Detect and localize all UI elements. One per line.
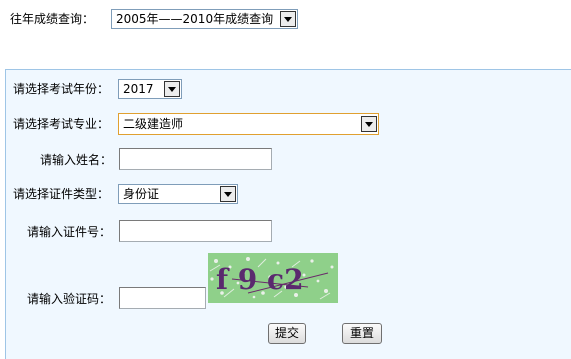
id-type-label: 请选择证件类型：	[13, 187, 110, 201]
captcha-text: f 9 c2	[216, 263, 304, 296]
chevron-down-icon[interactable]	[164, 81, 180, 97]
major-value: 二级建造师	[123, 117, 184, 131]
past-query-label: 往年成绩查询：	[10, 12, 95, 26]
id-number-input[interactable]	[119, 220, 272, 242]
chevron-down-icon[interactable]	[220, 186, 236, 202]
year-value: 2017	[123, 82, 154, 96]
past-query-select[interactable]: 2005年——2010年成绩查询	[111, 9, 298, 29]
id-number-label: 请输入证件号：	[27, 225, 112, 239]
submit-button[interactable]: 提交	[268, 323, 306, 344]
major-label: 请选择考试专业：	[13, 117, 110, 131]
captcha-input[interactable]	[119, 287, 206, 309]
year-select[interactable]: 2017	[118, 79, 182, 99]
chevron-down-icon[interactable]	[280, 11, 296, 27]
past-query-value: 2005年——2010年成绩查询	[116, 12, 274, 26]
name-input[interactable]	[119, 148, 272, 170]
chevron-down-icon[interactable]	[361, 116, 377, 132]
name-label: 请输入姓名：	[40, 153, 113, 167]
reset-button[interactable]: 重置	[342, 323, 382, 344]
id-type-select[interactable]: 身份证	[118, 184, 238, 204]
captcha-label: 请输入验证码：	[27, 292, 112, 306]
major-select[interactable]: 二级建造师	[118, 113, 379, 135]
year-label: 请选择考试年份：	[13, 82, 110, 96]
captcha-image[interactable]: f 9 c2	[208, 253, 338, 303]
id-type-value: 身份证	[123, 187, 160, 201]
